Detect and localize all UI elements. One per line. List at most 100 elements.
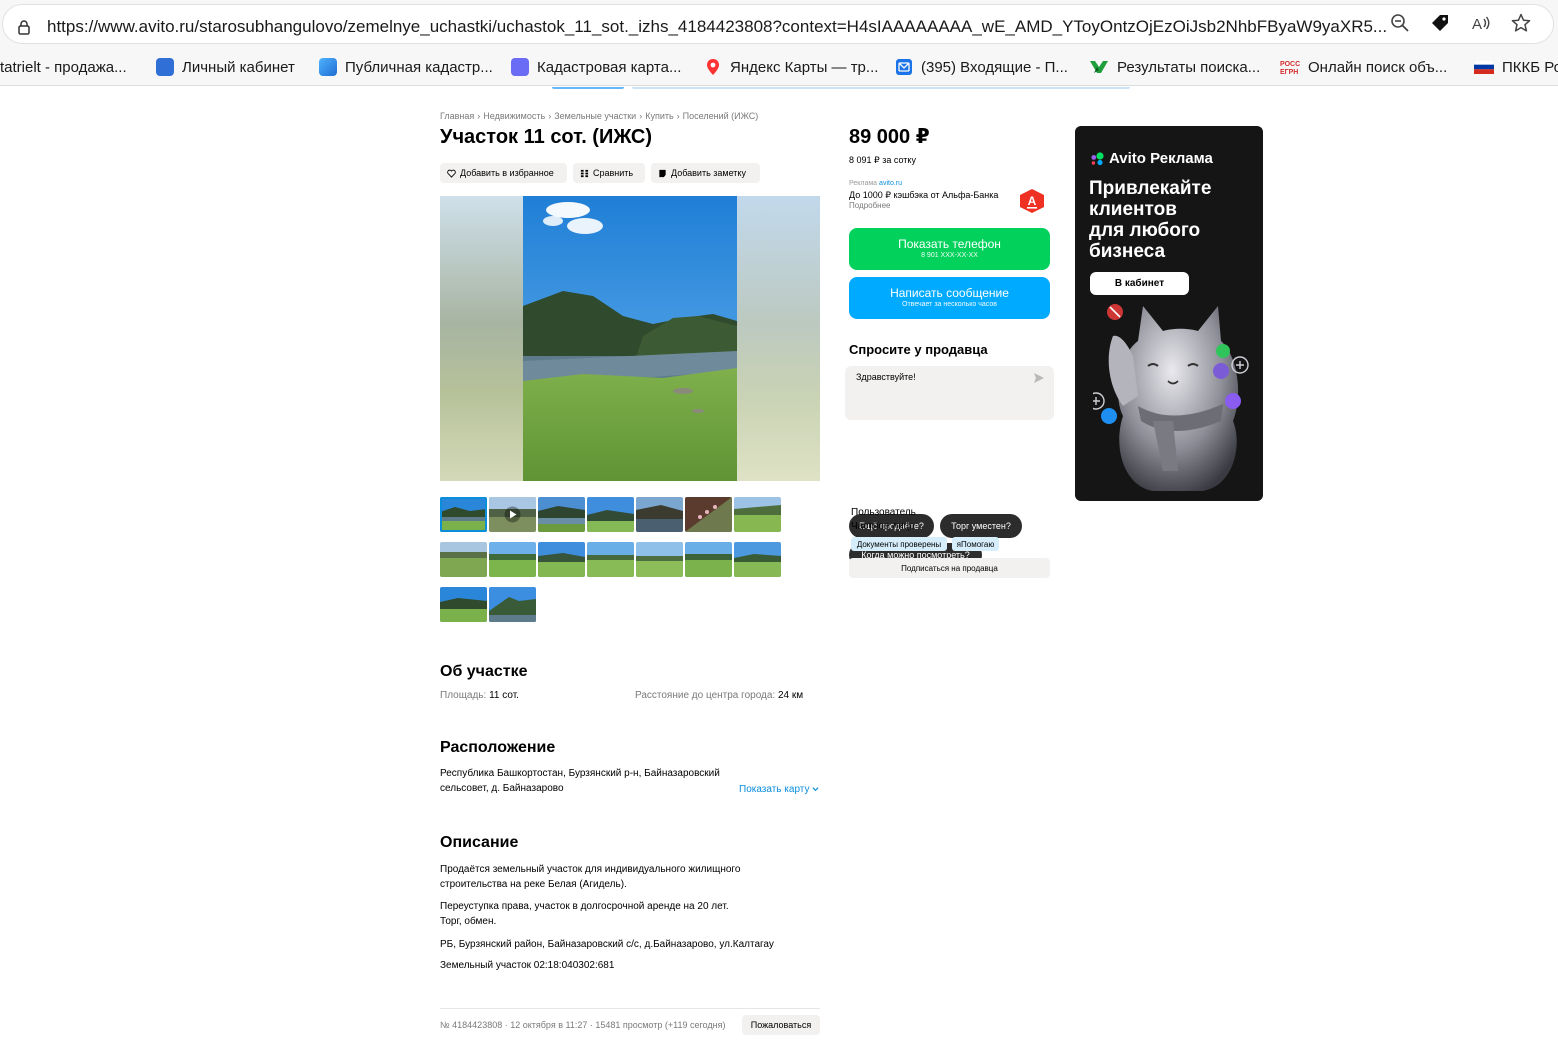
description-line: Переуступка права, участок в долгосрочно…	[440, 901, 729, 912]
thumbnail[interactable]	[587, 542, 634, 577]
seller-type: Частное лицо	[851, 521, 915, 532]
bookmark-label: (395) Входящие - П...	[921, 58, 1068, 76]
bookmark-cadastral-map[interactable]: Кадастровая карта...	[511, 57, 681, 77]
main-photo[interactable]	[523, 196, 737, 481]
show-phone-button[interactable]: Показать телефон 8 901 XXX-XX-XX	[849, 228, 1050, 270]
mail-icon	[896, 59, 912, 75]
ad-cabinet-button[interactable]: В кабинет	[1090, 272, 1189, 295]
send-icon[interactable]	[1033, 372, 1045, 384]
report-button[interactable]: Пожаловаться	[742, 1015, 820, 1035]
thumbnail[interactable]	[538, 497, 585, 532]
breadcrumb-item[interactable]: Купить	[645, 111, 673, 121]
url-text[interactable]: https://www.avito.ru/starosubhangulovo/z…	[47, 17, 1387, 37]
bookmark-yandex-maps[interactable]: Яндекс Карты — тр...	[704, 57, 878, 77]
map-purple-icon	[511, 58, 529, 76]
add-to-favorites-button[interactable]: Добавить в избранное	[440, 163, 567, 183]
thumbnail[interactable]	[440, 587, 487, 622]
thumbnail[interactable]	[734, 542, 781, 577]
url-field[interactable]: https://www.avito.ru/starosubhangulovo/z…	[2, 4, 1554, 44]
ad-headline-line: бизнеса	[1089, 241, 1166, 262]
favorite-star-icon[interactable]	[1510, 12, 1532, 34]
breadcrumb-separator: ›	[676, 111, 680, 121]
add-note-label: Добавить заметку	[671, 168, 746, 178]
bookmark-search-results[interactable]: Результаты поиска...	[1089, 57, 1260, 77]
thumbnail[interactable]	[734, 497, 781, 532]
bookmark-label: Яндекс Карты — тр...	[730, 58, 879, 76]
avito-ads-brand: Avito Реклама	[1089, 150, 1213, 167]
note-icon	[659, 169, 666, 177]
breadcrumb-item[interactable]: Главная	[440, 111, 474, 121]
promo-ad-tag: Реклама	[849, 180, 878, 187]
zoom-out-icon[interactable]	[1389, 12, 1411, 34]
compare-button[interactable]: Сравнить	[573, 163, 645, 183]
alfa-bank-logo[interactable]: A	[1019, 188, 1045, 214]
seller-name[interactable]: Пользователь	[851, 507, 916, 518]
bookmarks-bar: tatrielt - продажа... Личный кабинет Пуб…	[0, 48, 1558, 86]
site-info-icon[interactable]	[16, 19, 32, 35]
thumbnail[interactable]	[538, 542, 585, 577]
header-search-remnant	[632, 87, 1130, 89]
lucky-cat-illustration	[1093, 304, 1249, 491]
breadcrumb-item[interactable]: Недвижимость	[483, 111, 545, 121]
thumbnail[interactable]	[440, 497, 487, 532]
header-remnant	[552, 87, 624, 89]
ad-headline-line: для любого	[1089, 220, 1201, 241]
price: 89 000 ₽	[849, 126, 930, 148]
page-title: Участок 11 сот. (ИЖС)	[440, 126, 653, 148]
show-map-link[interactable]: Показать карту	[739, 784, 819, 795]
listing-meta: № 4184423808 · 12 октября в 11:27 · 1548…	[440, 1020, 726, 1030]
area-label: Площадь:	[440, 690, 487, 701]
area-row: Площадь: 11 сот.	[440, 690, 519, 701]
add-note-button[interactable]: Добавить заметку	[651, 163, 760, 183]
promo-more-link[interactable]: Подробнее	[849, 201, 891, 210]
heart-icon	[447, 169, 456, 178]
thumbnail[interactable]	[636, 542, 683, 577]
main-photo-gallery[interactable]	[440, 196, 820, 481]
description-line: строительства на реке Белая (Агидель).	[440, 879, 627, 890]
read-aloud-icon[interactable]: A	[1470, 12, 1492, 34]
subscribe-seller-button[interactable]: Подписаться на продавца	[849, 558, 1050, 578]
thumbnail[interactable]	[587, 497, 634, 532]
video-thumbnail[interactable]	[489, 497, 536, 532]
photo-blur-right	[737, 196, 820, 481]
ask-seller-text[interactable]: Здравствуйте!	[856, 372, 916, 382]
cashback-promo[interactable]: До 1000 ₽ кэшбэка от Альфа-Банка	[849, 190, 998, 201]
bookmark-online-search[interactable]: РОСС ЕГРН Онлайн поиск объ...	[1280, 57, 1447, 77]
ask-seller-input[interactable]: Здравствуйте!	[845, 366, 1054, 420]
quick-reply-chip[interactable]: Торг уместен?	[940, 514, 1022, 538]
bookmark-label: Результаты поиска...	[1117, 58, 1261, 76]
thumbnail[interactable]	[685, 542, 732, 577]
bookmark-gosuslugi[interactable]: Личный кабинет	[156, 57, 295, 77]
description-paragraph-1: Продаётся земельный участок для индивиду…	[440, 862, 820, 892]
breadcrumb-item[interactable]: Поселений (ИЖС)	[683, 111, 759, 121]
thumbnail[interactable]	[489, 587, 536, 622]
search-green-icon	[1090, 61, 1108, 73]
ask-seller-heading: Спросите у продавца	[849, 342, 988, 357]
write-message-label: Написать сообщение	[890, 286, 1009, 300]
thumbnail[interactable]	[636, 497, 683, 532]
map-pin-icon	[707, 59, 719, 75]
ad-headline: Привлекайте клиентов для любого бизнеса	[1089, 178, 1254, 262]
thumbnail[interactable]	[489, 542, 536, 577]
bookmark-tatrielt[interactable]: tatrielt - продажа...	[0, 57, 127, 77]
location-heading: Расположение	[440, 739, 556, 756]
bookmark-pkkb[interactable]: ПККБ Ро	[1474, 57, 1558, 77]
breadcrumb-separator: ›	[639, 111, 643, 121]
ad-banner[interactable]: Avito Реклама Привлекайте клиентов для л…	[1075, 126, 1263, 501]
distance-value: 24 км	[778, 690, 804, 701]
breadcrumb-separator: ›	[548, 111, 552, 121]
distance-label: Расстояние до центра города:	[635, 690, 776, 701]
address-line-2: сельсовет, д. Байназарово	[440, 783, 564, 794]
promo-ad-source[interactable]: avito.ru	[879, 180, 902, 187]
shopping-tag-icon[interactable]	[1429, 12, 1451, 34]
compare-icon	[580, 169, 589, 177]
thumbnail[interactable]	[440, 542, 487, 577]
write-message-button[interactable]: Написать сообщение Отвечает за несколько…	[849, 277, 1050, 319]
kadastr-icon	[319, 58, 337, 76]
ad-headline-line: Привлекайте	[1089, 178, 1212, 199]
breadcrumb-item[interactable]: Земельные участки	[554, 111, 636, 121]
bookmark-mail[interactable]: (395) Входящие - П...	[895, 57, 1068, 77]
reply-time: Отвечает за несколько часов	[902, 301, 997, 308]
bookmark-public-cadastral[interactable]: Публичная кадастр...	[319, 57, 493, 77]
thumbnail[interactable]	[685, 497, 732, 532]
